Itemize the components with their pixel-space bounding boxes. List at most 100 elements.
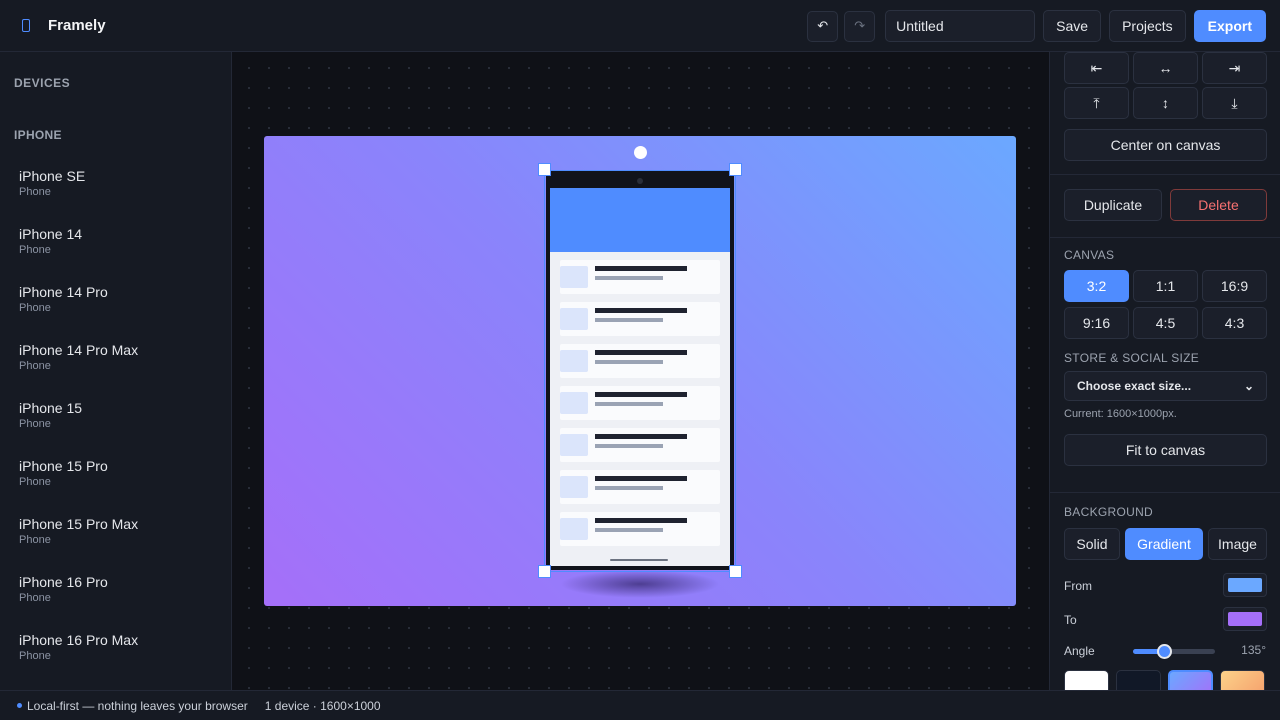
device-item[interactable]: iPhone 15 Pro Max Phone xyxy=(19,515,219,573)
align-center-vertical-button[interactable]: ↕ xyxy=(1133,87,1198,119)
align-row-2: ⤒ ↕ ⤓ xyxy=(1064,87,1267,119)
preset-blue-purple[interactable] xyxy=(1168,670,1213,690)
ratio-16-9-button[interactable]: 16:9 xyxy=(1202,270,1267,302)
current-size-note: Current: 1600×1000px. xyxy=(1064,408,1177,420)
resize-handle-top-left[interactable] xyxy=(538,163,551,176)
from-color-swatch[interactable] xyxy=(1223,573,1267,597)
camera-dot xyxy=(637,178,643,184)
screen-row xyxy=(560,470,720,504)
center-on-canvas-button[interactable]: Center on canvas xyxy=(1064,129,1267,161)
projects-button[interactable]: Projects xyxy=(1109,10,1186,42)
device-name: iPhone 14 Pro Max xyxy=(19,342,139,358)
ratio-1-1-button[interactable]: 1:1 xyxy=(1133,270,1198,302)
align-bottom-button[interactable]: ⤓ xyxy=(1202,87,1267,119)
row-thumb xyxy=(560,266,588,288)
device-item[interactable]: iPhone 14 Pro Max Phone xyxy=(19,341,219,399)
devices-sidebar: DEVICES IPHONE iPhone SE Phone iPhone 14 P… xyxy=(0,52,232,690)
canvas-info: 1 device · 1600×1000 xyxy=(264,698,381,713)
device-name: iPhone 15 xyxy=(19,400,83,416)
align-row-1: ⇤ ↔ ⇥ xyxy=(1064,52,1267,84)
angle-value: 135° xyxy=(1241,643,1266,657)
duplicate-button[interactable]: Duplicate xyxy=(1064,189,1162,221)
size-select-value: Choose exact size... xyxy=(1077,379,1192,393)
device-name: iPhone 16 Pro xyxy=(19,574,108,590)
fit-to-canvas-button[interactable]: Fit to canvas xyxy=(1064,434,1267,466)
to-label: To xyxy=(1064,613,1077,627)
angle-slider[interactable] xyxy=(1133,644,1215,659)
to-color-swatch[interactable] xyxy=(1223,607,1267,631)
align-center-horizontal-button[interactable]: ↔ xyxy=(1133,52,1198,84)
phone-mockup[interactable] xyxy=(546,170,734,570)
size-select[interactable]: Choose exact size... ⌄ xyxy=(1064,371,1267,401)
ratio-4-5-button[interactable]: 4:5 xyxy=(1133,307,1198,339)
ratio-row-2: 9:16 4:5 4:3 xyxy=(1064,307,1267,339)
bg-tab-solid[interactable]: Solid xyxy=(1064,528,1120,560)
align-right-button[interactable]: ⇥ xyxy=(1202,52,1267,84)
chevron-down-icon: ⌄ xyxy=(1243,379,1254,393)
row-thumb xyxy=(560,350,588,372)
save-button[interactable]: Save xyxy=(1043,10,1102,42)
device-item[interactable]: iPhone 15 Phone xyxy=(19,399,219,457)
row-thumb xyxy=(560,308,588,330)
row-line xyxy=(595,276,663,280)
bg-tab-image[interactable]: Image xyxy=(1208,528,1267,560)
device-item[interactable]: iPhone SE Phone xyxy=(19,167,219,225)
device-type: Phone xyxy=(19,302,51,314)
phone-icon xyxy=(22,19,30,32)
status-bar: Local-first — nothing leaves your browse… xyxy=(0,690,1280,720)
ratio-4-3-button[interactable]: 4:3 xyxy=(1202,307,1267,339)
device-item[interactable]: iPhone 14 Phone xyxy=(19,225,219,283)
device-group-label: IPHONE xyxy=(14,128,62,142)
rotate-handle[interactable] xyxy=(634,146,647,159)
preset-navy[interactable] xyxy=(1116,670,1161,690)
background-section-label: BACKGROUND xyxy=(1064,505,1154,519)
align-left-button[interactable]: ⇤ xyxy=(1064,52,1129,84)
canvas-workspace[interactable] xyxy=(233,52,1048,690)
artboard[interactable] xyxy=(264,136,1016,606)
home-indicator xyxy=(610,559,668,561)
row-thumb xyxy=(560,476,588,498)
resize-handle-bottom-right[interactable] xyxy=(729,565,742,578)
background-tabs: Solid Gradient Image xyxy=(1064,528,1267,560)
bg-tab-gradient[interactable]: Gradient xyxy=(1125,528,1203,560)
canvas-section-label: CANVAS xyxy=(1064,248,1115,262)
angle-slider-knob[interactable] xyxy=(1156,644,1172,659)
angle-label: Angle xyxy=(1064,644,1095,658)
properties-panel: ⇤ ↔ ⇥ ⤒ ↕ ⤓ Center on canvas Duplicate D… xyxy=(1049,52,1280,690)
device-item[interactable]: iPhone 16 Pro Phone xyxy=(19,573,219,631)
export-button[interactable]: Export xyxy=(1193,10,1266,42)
device-name: iPhone SE xyxy=(19,168,86,184)
preset-peach[interactable] xyxy=(1220,670,1265,690)
device-type: Phone xyxy=(19,592,51,604)
undo-button[interactable]: ↶ xyxy=(807,10,839,42)
row-line xyxy=(595,486,663,490)
ratio-3-2-button[interactable]: 3:2 xyxy=(1064,270,1129,302)
device-type: Phone xyxy=(19,534,51,546)
device-name: iPhone 14 xyxy=(19,226,83,242)
row-line xyxy=(595,444,663,448)
resize-handle-top-right[interactable] xyxy=(729,163,742,176)
divider xyxy=(1050,237,1280,238)
device-item[interactable]: iPhone 15 Pro Phone xyxy=(19,457,219,515)
status-dot xyxy=(17,703,22,708)
preset-white[interactable] xyxy=(1064,670,1109,690)
device-type: Phone xyxy=(19,244,51,256)
app-name: Framely xyxy=(48,17,106,34)
delete-button[interactable]: Delete xyxy=(1170,189,1267,221)
screen-header xyxy=(550,188,730,252)
device-item[interactable]: iPhone 14 Pro Phone xyxy=(19,283,219,341)
resize-handle-bottom-left[interactable] xyxy=(538,565,551,578)
brand: Framely xyxy=(22,17,106,34)
align-top-button[interactable]: ⤒ xyxy=(1064,87,1129,119)
device-list: iPhone SE Phone iPhone 14 Phone iPhone 14 … xyxy=(19,167,219,689)
privacy-status: Local-first — nothing leaves your browse… xyxy=(27,698,248,713)
ratio-9-16-button[interactable]: 9:16 xyxy=(1064,307,1129,339)
divider xyxy=(1050,492,1280,493)
device-name: iPhone 14 Pro xyxy=(19,284,108,300)
device-item[interactable]: iPhone 16 Pro Max Phone xyxy=(19,631,219,689)
project-title-input[interactable] xyxy=(885,10,1036,42)
top-bar: Framely ↶ ↷ Save Projects Export xyxy=(0,0,1280,52)
from-label: From xyxy=(1064,579,1092,593)
redo-button[interactable]: ↷ xyxy=(844,10,876,42)
gradient-presets xyxy=(1064,670,1272,690)
